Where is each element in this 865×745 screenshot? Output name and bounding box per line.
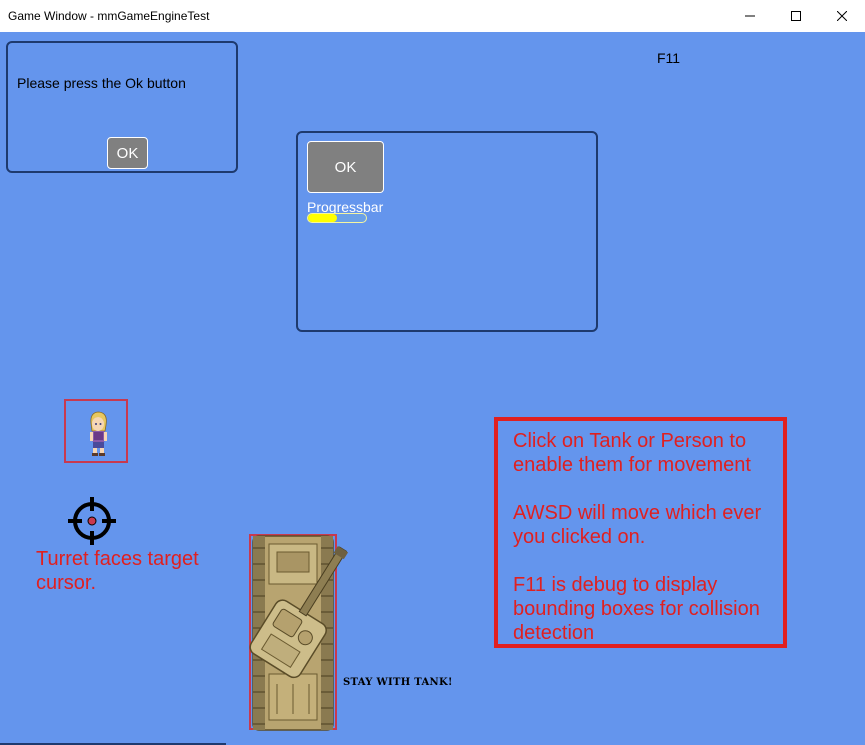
tank-label: STAY WITH TANK! (343, 677, 453, 688)
debug-key-label: F11 (657, 50, 681, 66)
progress-panel: OK Progressbar (296, 131, 598, 332)
instructions-box: Click on Tank or Person to enable them f… (494, 417, 787, 648)
close-button[interactable] (819, 0, 865, 32)
progressbar (307, 213, 367, 223)
crosshair-icon (68, 497, 116, 545)
message-dialog: Please press the Ok button OK (6, 41, 238, 173)
panel-ok-button[interactable]: OK (307, 141, 384, 193)
window-title: Game Window - mmGameEngineTest (8, 9, 210, 23)
dialog-message: Please press the Ok button (17, 75, 186, 91)
instruction-line: AWSD will move which ever you clicked on… (513, 502, 762, 548)
person-sprite[interactable] (82, 409, 114, 457)
minimize-button[interactable] (727, 0, 773, 32)
title-bar: Game Window - mmGameEngineTest (0, 0, 865, 32)
instruction-line: Click on Tank or Person to enable them f… (513, 430, 751, 476)
person-bounding-box[interactable] (64, 399, 128, 463)
minimize-icon (745, 15, 755, 17)
maximize-icon (791, 11, 801, 21)
dialog-ok-button[interactable]: OK (107, 137, 148, 169)
maximize-button[interactable] (773, 0, 819, 32)
tank-sprite[interactable] (182, 534, 348, 734)
close-icon (837, 11, 847, 21)
instruction-line: F11 is debug to display bounding boxes f… (513, 574, 760, 644)
progressbar-fill (308, 214, 337, 222)
game-canvas[interactable]: Please press the Ok button OK OK Progres… (0, 32, 865, 745)
